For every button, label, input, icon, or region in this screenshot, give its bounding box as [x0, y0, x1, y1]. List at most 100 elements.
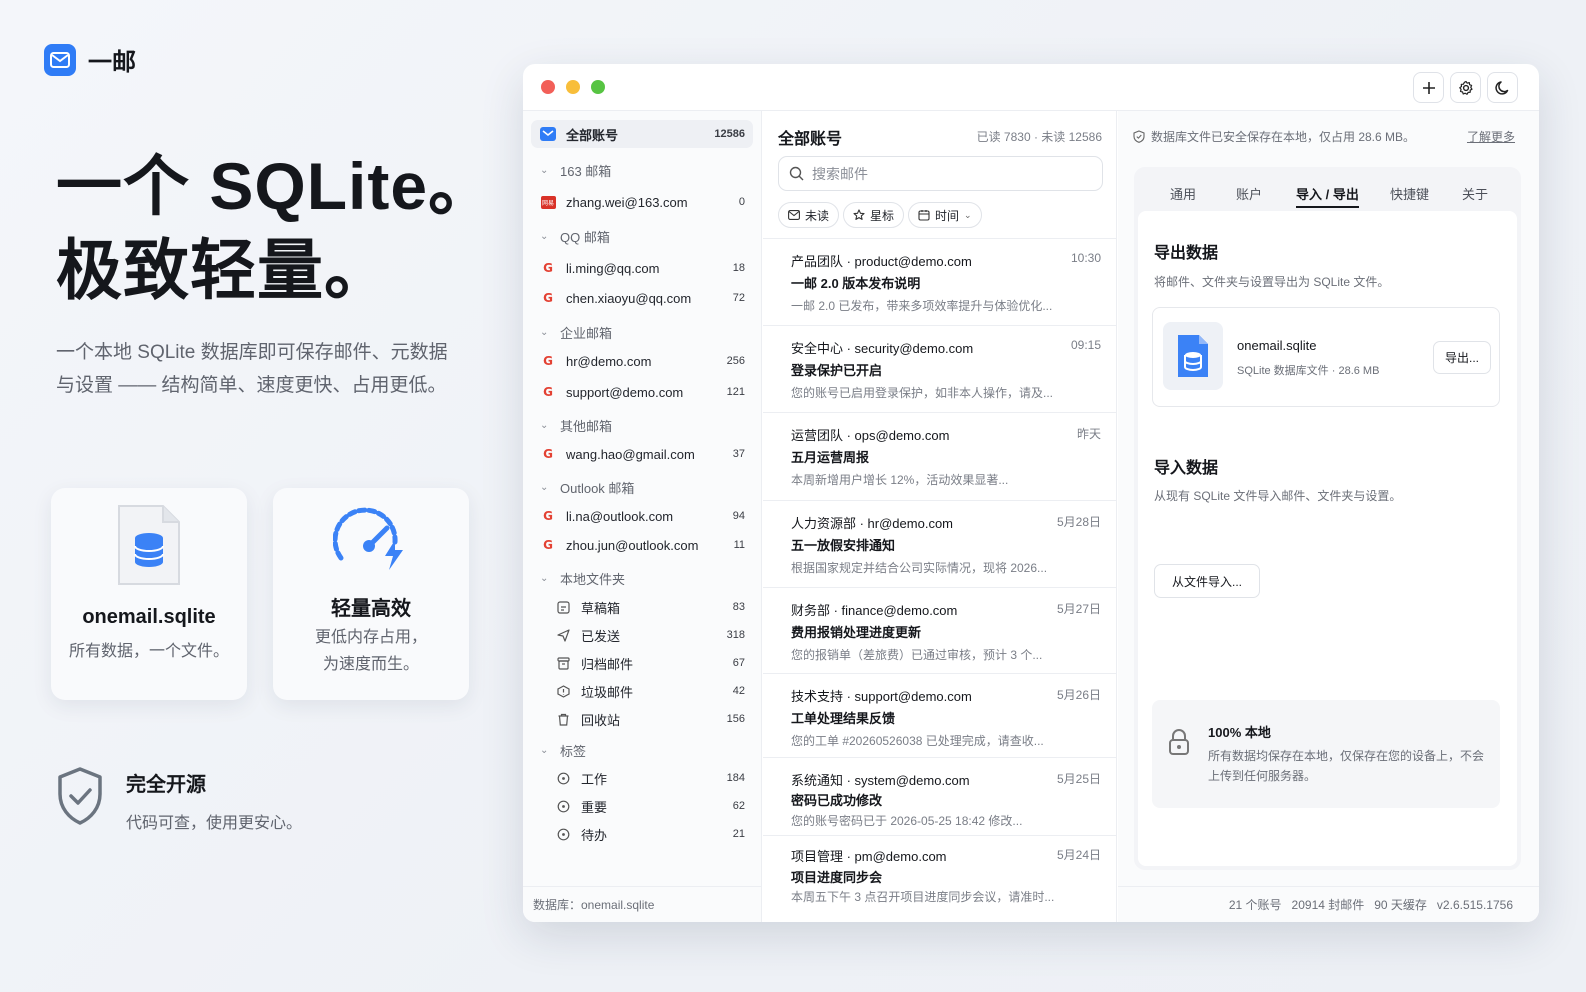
sidebar-item-count: 0 — [738, 196, 745, 208]
settings-button[interactable] — [1450, 72, 1481, 103]
sidebar-account[interactable]: 网易 zhang.wei@163.com 0 — [531, 188, 753, 216]
mail-preview: 一邮 2.0 已发布，带来多项效率提升与体验优化... — [791, 299, 1053, 313]
trash-icon — [555, 711, 571, 727]
sidebar-item-sent[interactable]: 已发送 318 — [531, 621, 753, 649]
mail-list-item[interactable]: 运营团队 · ops@demo.com 昨天 五月运营周报 本周新增用户增长 1… — [763, 413, 1116, 501]
feature-card-title: 轻量高效 — [331, 598, 411, 620]
chevron-down-icon: ⌄ — [540, 164, 549, 176]
sidebar-group-other[interactable]: ⌄ 其他邮箱 — [531, 415, 612, 435]
maximize-window-button[interactable] — [591, 80, 605, 94]
mail-sender: 人力资源部 · hr@demo.com — [791, 516, 953, 531]
sidebar-account[interactable]: Gli.na@outlook.com 94 — [531, 502, 753, 530]
tag-icon — [555, 826, 571, 842]
export-file-meta: SQLite 数据库文件 · 28.6 MB — [1237, 365, 1380, 377]
storage-note: 数据库文件已安全保存在本地，仅占用 28.6 MB。 — [1133, 128, 1415, 145]
sidebar-tag[interactable]: 重要 62 — [531, 792, 753, 820]
minimize-window-button[interactable] — [566, 80, 580, 94]
sidebar-account[interactable]: Gli.ming@qq.com 18 — [531, 254, 753, 282]
mail-list-item[interactable]: 项目管理 · pm@demo.com 5月24日 项目进度同步会 本周五下午 3… — [763, 836, 1116, 922]
feature-card-desc-line: 为速度而生。 — [322, 656, 419, 673]
storage-note-text: 数据库文件已安全保存在本地，仅占用 28.6 MB。 — [1151, 130, 1416, 144]
tab-shortcuts[interactable]: 快捷键 — [1390, 184, 1429, 203]
learn-more-link[interactable]: 了解更多 — [1467, 128, 1515, 145]
mail-sender: 运营团队 · ops@demo.com — [791, 428, 950, 443]
sidebar-tag[interactable]: 工作 184 — [531, 764, 753, 792]
tab-general[interactable]: 通用 — [1170, 184, 1196, 203]
mail-logo-icon — [44, 43, 76, 76]
sidebar-group-outlook[interactable]: ⌄ Outlook 邮箱 — [531, 477, 634, 497]
mail-list-item[interactable]: 产品团队 · product@demo.com 10:30 一邮 2.0 版本发… — [763, 239, 1116, 326]
sidebar-account[interactable]: Gzhou.jun@outlook.com 11 — [531, 531, 753, 559]
sidebar-group-qq[interactable]: ⌄ QQ 邮箱 — [531, 226, 610, 246]
mail-icon — [540, 126, 556, 142]
mail-preview: 您的报销单（差旅费）已通过审核，预计 3 个... — [791, 648, 1043, 662]
mail-preview: 本周五下午 3 点召开项目进度同步会议，请准时... — [791, 890, 1055, 904]
import-export-sheet: 导出数据 将邮件、文件夹与设置导出为 SQLite 文件。 onemail.sq… — [1138, 211, 1517, 866]
sidebar-item-archive[interactable]: 归档邮件 67 — [531, 649, 753, 677]
tab-accounts[interactable]: 账户 — [1236, 184, 1262, 203]
sidebar-item-count: 18 — [732, 262, 745, 274]
close-window-button[interactable] — [541, 80, 555, 94]
sidebar-item-all-accounts[interactable]: 全部账号 12586 — [531, 120, 753, 148]
sidebar-item-count: 83 — [732, 601, 745, 613]
feature-card-title: onemail.sqlite — [82, 606, 216, 628]
sidebar-group-label: 其他邮箱 — [560, 418, 613, 434]
export-file-name: onemail.sqlite — [1237, 338, 1317, 353]
search-input[interactable]: 搜索邮件 — [778, 156, 1103, 191]
mail-sender: 产品团队 · product@demo.com — [791, 254, 972, 269]
import-from-file-button[interactable]: 从文件导入... — [1154, 564, 1260, 598]
mail-subject: 密码已成功修改 — [791, 793, 883, 808]
feature-card-sqlite: onemail.sqlite 所有数据，一个文件。 — [51, 488, 247, 700]
sidebar-item-label: 工作 — [581, 771, 608, 787]
mail-list-item[interactable]: 安全中心 · security@demo.com 09:15 登录保护已开启 您… — [763, 326, 1116, 413]
sidebar-account[interactable]: Gsupport@demo.com 121 — [531, 378, 753, 406]
sidebar-item-label: hr@demo.com — [566, 353, 652, 369]
filter-star-chip[interactable]: 星标 — [843, 202, 905, 228]
mail-time: 10:30 — [1070, 251, 1101, 265]
export-button[interactable]: 导出... — [1433, 341, 1491, 374]
status-bar: 21 个账号 20914 封邮件 90 天缓存 v2.6.515.1756 — [1118, 886, 1539, 922]
mail-list-item[interactable]: 系统通知 · system@demo.com 5月25日 密码已成功修改 您的账… — [763, 758, 1116, 836]
sidebar-footer: 数据库：onemail.sqlite — [523, 886, 761, 922]
mail-subject: 一邮 2.0 版本发布说明 — [791, 276, 921, 291]
sidebar-group-enterprise[interactable]: ⌄ 企业邮箱 — [531, 322, 612, 342]
mail-time: 5月26日 — [1056, 688, 1101, 702]
theme-toggle-button[interactable] — [1487, 72, 1518, 103]
mail-list-item[interactable]: 技术支持 · support@demo.com 5月26日 工单处理结果反馈 您… — [763, 674, 1116, 758]
moon-icon — [1494, 80, 1508, 95]
open-source-desc: 代码可查，使用更安心。 — [126, 815, 303, 832]
sidebar-group-local[interactable]: ⌄ 本地文件夹 — [531, 568, 625, 588]
mail-subject: 工单处理结果反馈 — [791, 711, 896, 726]
sidebar-item-count: 21 — [732, 828, 745, 840]
sidebar-tag[interactable]: 待办 21 — [531, 820, 753, 848]
speedometer-icon — [273, 506, 469, 572]
sidebar-item-drafts[interactable]: 草稿箱 83 — [531, 593, 753, 621]
sidebar-account[interactable]: Gchen.xiaoyu@qq.com 72 — [531, 284, 753, 312]
window-body: 全部账号 12586 ⌄ 163 邮箱 网易 zhang.wei@163.com 0 … — [523, 111, 1539, 922]
mail-time: 5月27日 — [1056, 602, 1101, 616]
hero-title: 一个 SQLite。 极致轻量。 — [56, 144, 495, 312]
sidebar-item-trash[interactable]: 回收站 156 — [531, 705, 753, 733]
mail-list-item[interactable]: 财务部 · finance@demo.com 5月27日 费用报销处理进度更新 … — [763, 588, 1116, 674]
gear-icon — [1458, 80, 1473, 95]
sidebar-item-spam[interactable]: 垃圾邮件 42 — [531, 677, 753, 705]
filter-unread-chip[interactable]: 未读 — [778, 202, 840, 228]
sidebar-group-163[interactable]: ⌄ 163 邮箱 — [531, 160, 611, 180]
google-icon: G — [543, 261, 553, 275]
filter-time-chip[interactable]: 时间 ⌄ — [908, 202, 982, 228]
sidebar-item-count: 37 — [732, 448, 745, 460]
brand-name: 一邮 — [88, 49, 136, 76]
mail-list-item[interactable]: 人力资源部 · hr@demo.com 5月28日 五一放假安排通知 根据国家规… — [763, 501, 1116, 588]
mail-list-stats: 已读 7830 · 未读 12586 — [976, 130, 1102, 144]
tab-about[interactable]: 关于 — [1462, 184, 1488, 203]
mail-time: 5月28日 — [1056, 515, 1101, 529]
add-button[interactable] — [1413, 72, 1444, 103]
sidebar-group-tags[interactable]: ⌄ 标签 — [531, 740, 586, 760]
sidebar-account[interactable]: Ghr@demo.com 256 — [531, 347, 753, 375]
feature-card-desc: 所有数据，一个文件。 — [68, 643, 229, 660]
google-icon: G — [543, 509, 553, 523]
sidebar-account[interactable]: Gwang.hao@gmail.com 37 — [531, 440, 753, 468]
tab-import-export[interactable]: 导入 / 导出 — [1296, 184, 1359, 208]
settings-tabs: 通用 账户 导入 / 导出 快捷键 关于 — [1134, 167, 1521, 215]
sidebar-item-count: 42 — [732, 685, 745, 697]
